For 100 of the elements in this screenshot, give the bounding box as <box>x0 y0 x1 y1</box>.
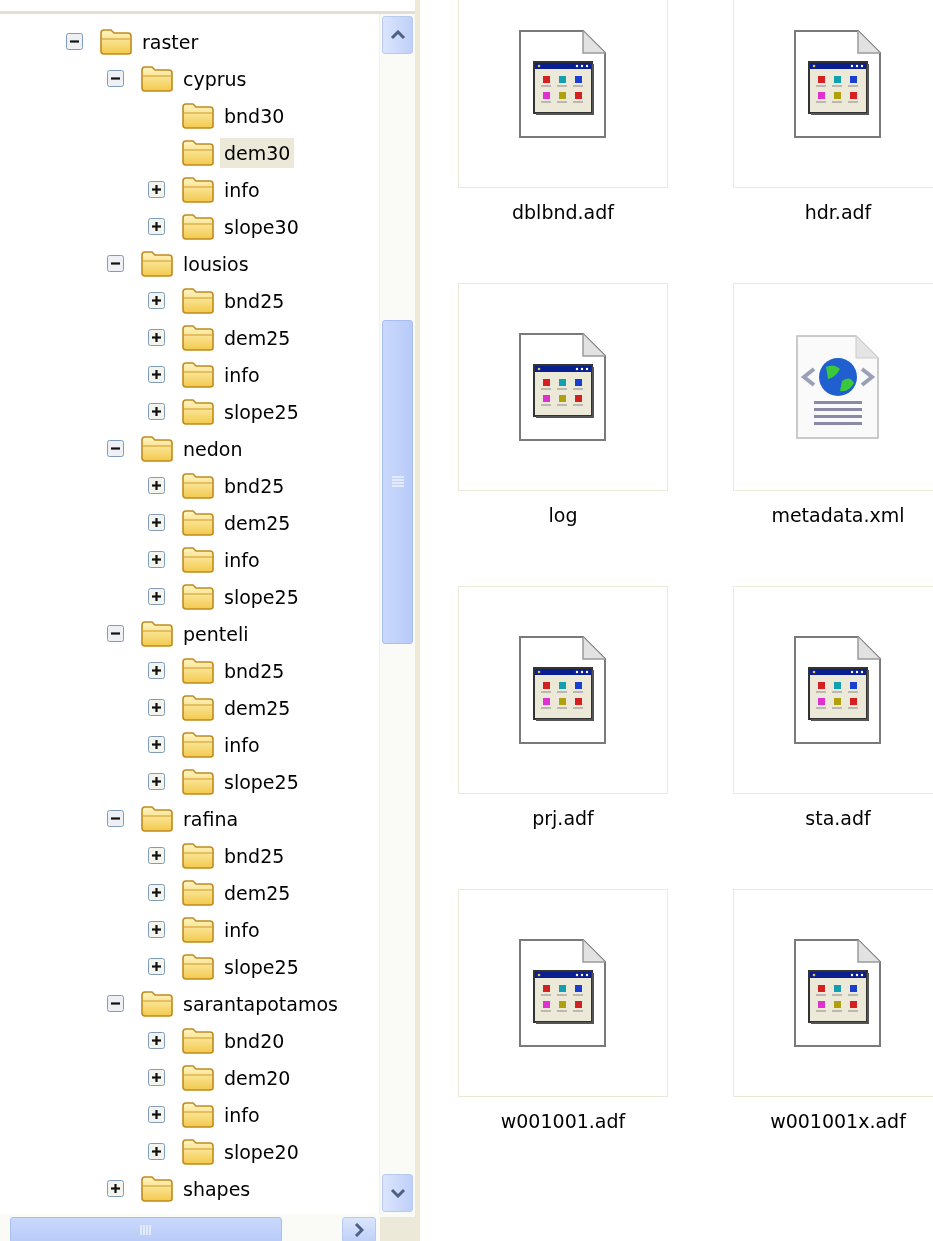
collapse-button[interactable] <box>107 995 124 1012</box>
tree-item[interactable]: nedon <box>179 433 247 464</box>
tree-item[interactable]: rafina <box>179 803 243 834</box>
tree-item[interactable]: dem25 <box>220 692 295 723</box>
tree-item[interactable]: slope25 <box>220 581 303 612</box>
folder-icon <box>181 915 215 944</box>
folder-icon <box>181 656 215 685</box>
expand-button[interactable] <box>148 403 165 420</box>
thumbnail-frame[interactable] <box>733 283 933 491</box>
caret-right-icon <box>354 1223 364 1237</box>
tree-item[interactable]: dem30 <box>220 137 295 168</box>
folder-icon <box>181 175 215 204</box>
expand-button[interactable] <box>148 218 165 235</box>
expand-button[interactable] <box>148 1143 165 1160</box>
folder-icon <box>140 249 174 278</box>
expand-button[interactable] <box>148 958 165 975</box>
thumbnail-frame[interactable] <box>458 283 668 491</box>
thumbnail-frame[interactable] <box>458 889 668 1097</box>
expand-button[interactable] <box>148 773 165 790</box>
tree-item[interactable]: slope25 <box>220 766 303 797</box>
file-name[interactable]: hdr.adf <box>804 201 872 223</box>
file-name[interactable]: prj.adf <box>532 807 594 829</box>
collapse-button[interactable] <box>107 625 124 642</box>
tree-item[interactable]: dem25 <box>220 877 295 908</box>
tree-item[interactable]: dem25 <box>220 507 295 538</box>
file-name[interactable]: sta.adf <box>805 807 871 829</box>
file-name[interactable]: log <box>548 504 578 526</box>
expand-button[interactable] <box>148 514 165 531</box>
tree-item[interactable]: raster <box>138 26 203 57</box>
expand-button[interactable] <box>148 662 165 679</box>
tree-item[interactable]: penteli <box>179 618 253 649</box>
tree-item[interactable]: dem25 <box>220 322 295 353</box>
file-name[interactable]: dblbnd.adf <box>512 201 614 223</box>
tree-item[interactable]: slope25 <box>220 396 303 427</box>
vertical-scrollbar[interactable] <box>379 14 415 1214</box>
scroll-right-button[interactable] <box>342 1217 376 1241</box>
tree-item[interactable]: lousios <box>179 248 253 279</box>
scrollbar-thumb[interactable] <box>10 1217 282 1241</box>
tree-item[interactable]: bnd25 <box>220 655 289 686</box>
expand-button[interactable] <box>148 477 165 494</box>
tree-item[interactable]: bnd30 <box>220 100 289 131</box>
expand-button[interactable] <box>148 1069 165 1086</box>
thumbnail-frame[interactable] <box>458 0 668 188</box>
tree-item[interactable]: bnd20 <box>220 1025 289 1056</box>
collapse-button[interactable] <box>107 810 124 827</box>
tree-item[interactable]: info <box>220 359 264 390</box>
expand-button[interactable] <box>148 884 165 901</box>
file-name[interactable]: metadata.xml <box>771 504 905 526</box>
thumbnail-frame[interactable] <box>733 0 933 188</box>
folder-icon <box>181 138 215 167</box>
folder-icon <box>181 1100 215 1129</box>
expand-button[interactable] <box>148 551 165 568</box>
tree-item[interactable]: slope20 <box>220 1136 303 1167</box>
tree-item[interactable]: shapes <box>179 1173 255 1204</box>
tree-item[interactable]: info <box>220 544 264 575</box>
folder-icon <box>181 1137 215 1166</box>
expand-button[interactable] <box>148 181 165 198</box>
expand-button[interactable] <box>148 736 165 753</box>
tree-item[interactable]: bnd25 <box>220 840 289 871</box>
scrollbar-thumb[interactable] <box>382 320 413 644</box>
tree-item[interactable]: info <box>220 1099 264 1130</box>
tree-item[interactable]: slope30 <box>220 211 303 242</box>
caret-down-icon <box>389 1188 406 1198</box>
expand-button[interactable] <box>148 921 165 938</box>
horizontal-scrollbar[interactable] <box>0 1214 415 1241</box>
expand-button[interactable] <box>148 847 165 864</box>
collapse-button[interactable] <box>107 440 124 457</box>
tree-item[interactable]: sarantapotamos <box>179 988 342 1019</box>
expand-button[interactable] <box>148 699 165 716</box>
tree-item[interactable]: cyprus <box>179 63 251 94</box>
folder-icon <box>181 878 215 907</box>
thumbnail-frame[interactable] <box>733 889 933 1097</box>
application-file-icon <box>794 30 882 138</box>
globe-document-icon <box>796 335 880 439</box>
tree-item[interactable]: info <box>220 174 264 205</box>
expand-button[interactable] <box>148 1106 165 1123</box>
expand-button[interactable] <box>148 292 165 309</box>
tree-item[interactable]: info <box>220 729 264 760</box>
collapse-button[interactable] <box>107 70 124 87</box>
scroll-down-button[interactable] <box>382 1174 413 1212</box>
expand-button[interactable] <box>148 1032 165 1049</box>
tree-item[interactable]: dem20 <box>220 1062 295 1093</box>
tree-item[interactable]: slope25 <box>220 951 303 982</box>
scroll-up-button[interactable] <box>382 16 413 54</box>
tree-item[interactable]: bnd25 <box>220 470 289 501</box>
expand-button[interactable] <box>107 1180 124 1197</box>
tree-item[interactable]: bnd25 <box>220 285 289 316</box>
file-name[interactable]: w001001.adf <box>500 1110 626 1132</box>
thumbnail-frame[interactable] <box>458 586 668 794</box>
folder-icon <box>181 397 215 426</box>
tree-item[interactable]: info <box>220 914 264 945</box>
folder-icon <box>181 841 215 870</box>
expand-button[interactable] <box>148 588 165 605</box>
expand-button[interactable] <box>148 366 165 383</box>
file-name[interactable]: w001001x.adf <box>770 1110 906 1132</box>
expand-button[interactable] <box>148 329 165 346</box>
folder-icon <box>181 101 215 130</box>
thumbnail-frame[interactable] <box>733 586 933 794</box>
collapse-button[interactable] <box>107 255 124 272</box>
collapse-button[interactable] <box>66 33 83 50</box>
